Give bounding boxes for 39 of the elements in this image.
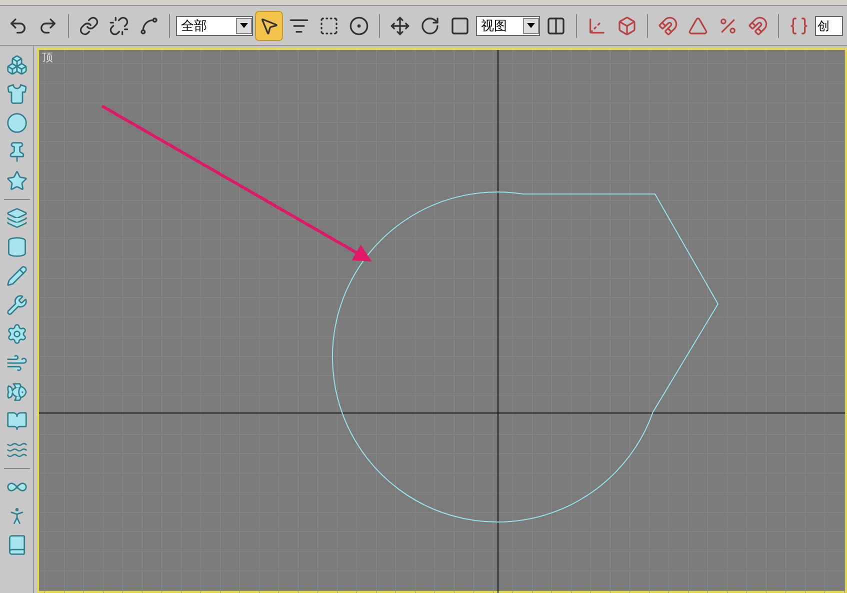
columns-icon	[546, 16, 566, 36]
curve-icon	[138, 16, 159, 36]
axis-icon[interactable]	[586, 16, 607, 36]
pencil-icon[interactable]	[6, 265, 28, 287]
boxes-icon[interactable]	[6, 54, 28, 76]
rotate-icon	[420, 16, 440, 36]
book-icon[interactable]	[6, 410, 28, 432]
move-icon	[390, 16, 410, 36]
dropdown-field[interactable]: 视图	[476, 16, 540, 36]
star-icon[interactable]	[6, 170, 28, 192]
caret-icon	[522, 18, 539, 34]
caret-icon	[236, 18, 252, 34]
wind-icon[interactable]	[6, 352, 28, 374]
dropdown-field[interactable]: 全部	[176, 16, 253, 36]
unlink-icon	[108, 16, 129, 36]
undo-icon	[8, 16, 28, 36]
percent-icon[interactable]	[718, 16, 738, 36]
named-selection-field[interactable]: 创	[814, 16, 843, 36]
dropdown-value: 视图	[480, 16, 507, 35]
fish-icon[interactable]	[6, 381, 28, 403]
dropdown-value: 全部	[180, 16, 207, 35]
redo-icon	[38, 16, 58, 36]
pointer-icon	[258, 16, 279, 36]
dashed-square-icon	[318, 16, 339, 36]
settings-icon[interactable]	[6, 323, 28, 345]
circle-dot-icon	[348, 16, 369, 36]
triangle-icon[interactable]	[688, 16, 708, 36]
wrench-icon[interactable]	[6, 294, 28, 316]
magnet-icon[interactable]	[658, 16, 678, 36]
viewport-label: 顶	[42, 51, 53, 66]
cylinder-icon[interactable]	[6, 236, 28, 258]
layers-icon[interactable]	[6, 207, 28, 229]
link-icon	[78, 16, 99, 36]
square-icon	[450, 16, 470, 36]
magnet-icon[interactable]	[748, 16, 768, 36]
shirt-icon[interactable]	[6, 83, 28, 105]
box-icon[interactable]	[616, 16, 637, 36]
tool-button[interactable]	[254, 10, 283, 40]
braces-icon[interactable]	[788, 16, 809, 36]
